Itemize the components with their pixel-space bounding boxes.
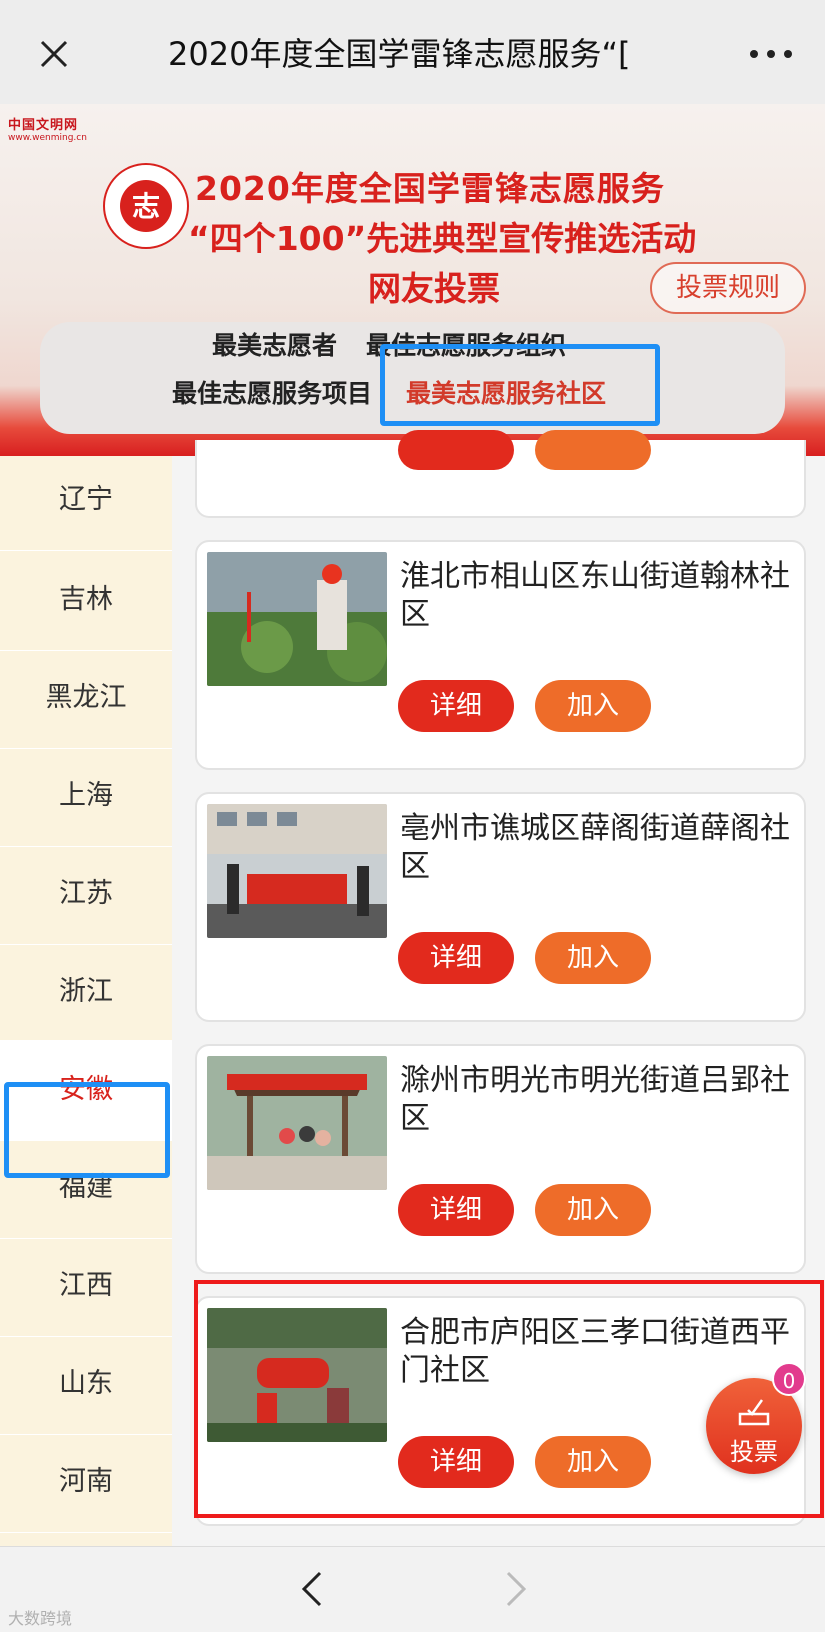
banner-title-line2: “四个100”先进典型宣传推选活动 [188, 219, 697, 258]
item-title: 亳州市谯城区薛阁街道薛阁社区 [400, 811, 790, 884]
ballot-box-icon [738, 1399, 770, 1426]
community-photo [207, 804, 387, 938]
province-sidebar: 辽宁 吉林 黑龙江 上海 江苏 浙江 安徽 福建 江西 山东 河南 [0, 456, 172, 1546]
brand-logo: 中国文明网 www.wenming.cn [8, 118, 87, 143]
sidebar-item-zhejiang[interactable]: 浙江 [0, 942, 172, 1043]
highlight-active-tab [380, 344, 660, 426]
detail-button[interactable]: 详细 [398, 680, 514, 732]
detail-button[interactable] [398, 430, 514, 470]
join-button[interactable]: 加入 [535, 932, 651, 984]
tab-best-volunteer-project[interactable]: 最佳志愿服务项目 [172, 374, 372, 410]
more-icon[interactable] [746, 42, 796, 66]
tab-most-beautiful-volunteer[interactable]: 最美志愿者 [212, 326, 337, 362]
detail-button[interactable]: 详细 [398, 1184, 514, 1236]
join-button[interactable] [535, 430, 651, 470]
browser-bottom-bar: 大数跨境 [0, 1546, 825, 1632]
list-item: 亳州市谯城区薛阁街道薛阁社区 详细 加入 [195, 792, 806, 1022]
watermark: 大数跨境 [8, 1609, 73, 1628]
volunteer-emblem-icon: 志 [103, 163, 189, 249]
list-item: 滁州市明光市明光街道吕郢社区 详细 加入 [195, 1044, 806, 1274]
chevron-right-icon[interactable] [500, 1569, 532, 1609]
page-title: 2020年度全国学雷锋志愿服务“[ [168, 35, 631, 73]
sidebar-item-jilin[interactable]: 吉林 [0, 550, 172, 651]
campaign-banner: 中国文明网 www.wenming.cn 志 2020年度全国学雷锋志愿服务 “… [0, 104, 825, 456]
svg-text:志: 志 [132, 190, 160, 223]
top-bar: 2020年度全国学雷锋志愿服务“[ [0, 0, 825, 104]
item-title: 淮北市相山区东山街道翰林社区 [400, 559, 790, 632]
vote-rules-button[interactable]: 投票规则 [650, 262, 806, 314]
banner-title-line3: 网友投票 [368, 269, 500, 308]
community-photo [207, 552, 387, 686]
highlight-active-province [4, 1082, 170, 1178]
sidebar-item-liaoning[interactable]: 辽宁 [0, 456, 172, 551]
sidebar-item-heilongjiang[interactable]: 黑龙江 [0, 648, 172, 749]
banner-title-line1: 2020年度全国学雷锋志愿服务 [195, 169, 665, 208]
vote-count-badge: 0 [772, 1362, 806, 1396]
item-title: 滁州市明光市明光街道吕郢社区 [400, 1063, 790, 1136]
join-button[interactable]: 加入 [535, 680, 651, 732]
sidebar-item-shanghai[interactable]: 上海 [0, 746, 172, 847]
community-photo [207, 1056, 387, 1190]
chevron-left-icon[interactable] [296, 1569, 328, 1609]
sidebar-item-jiangsu[interactable]: 江苏 [0, 844, 172, 945]
sidebar-item-shandong[interactable]: 山东 [0, 1334, 172, 1435]
close-icon[interactable] [34, 34, 74, 74]
sidebar-item-jiangxi[interactable]: 江西 [0, 1236, 172, 1337]
list-item-partial [195, 430, 806, 518]
detail-button[interactable]: 详细 [398, 932, 514, 984]
join-button[interactable]: 加入 [535, 1184, 651, 1236]
list-item: 淮北市相山区东山街道翰林社区 详细 加入 [195, 540, 806, 770]
sidebar-item-henan[interactable]: 河南 [0, 1432, 172, 1533]
